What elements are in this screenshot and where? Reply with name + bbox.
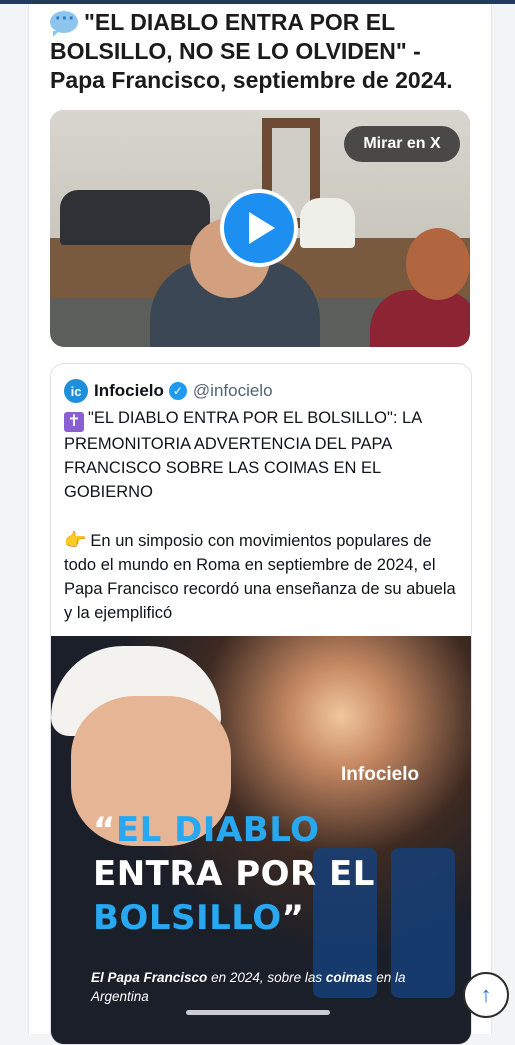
promo-caption-text-1: en 2024, sobre las bbox=[207, 970, 326, 985]
verified-badge-icon: ✓ bbox=[168, 382, 187, 400]
cross-icon: ✝ bbox=[64, 412, 84, 432]
post-title-text: "EL DIABLO ENTRA POR EL BOLSILLO, NO SE … bbox=[50, 9, 453, 93]
author-handle[interactable]: @infocielo bbox=[193, 381, 273, 401]
video-scene-pope bbox=[300, 198, 355, 248]
quoted-post[interactable]: ic Infocielo ✓ @infocielo ✝ "EL DIABLO EN… bbox=[50, 363, 472, 1045]
video-scene-attendees bbox=[60, 190, 210, 245]
promo-caption-bold-1: El Papa Francisco bbox=[91, 970, 208, 985]
quoted-headline-paragraph: ✝ "EL DIABLO ENTRA POR EL BOLSILLO": LA P… bbox=[64, 406, 459, 504]
promo-line-1: EL DIABLO bbox=[115, 810, 320, 850]
quoted-post-text: ✝ "EL DIABLO ENTRA POR EL BOLSILLO": LA P… bbox=[64, 406, 459, 625]
post-title: "EL DIABLO ENTRA POR EL BOLSILLO, NO SE … bbox=[50, 5, 470, 95]
speech-bubble-icon bbox=[50, 5, 78, 37]
promo-quote-close: ” bbox=[281, 898, 305, 938]
author-name[interactable]: Infocielo bbox=[94, 381, 164, 401]
quoted-headline: "EL DIABLO ENTRA POR EL BOLSILLO": LA PR… bbox=[64, 409, 422, 501]
arrow-up-icon: ↑ bbox=[480, 982, 492, 1007]
video-scene-woman-head bbox=[406, 228, 470, 300]
quoted-body: En un simposio con movimientos populares… bbox=[64, 532, 456, 622]
promo-brand-logo: Infocielo bbox=[341, 764, 420, 785]
promo-caption-bold-2: coimas bbox=[325, 970, 373, 985]
promo-quote-open: “ bbox=[93, 810, 116, 850]
quoted-post-header: ic Infocielo ✓ @infocielo bbox=[64, 379, 273, 403]
video-scene-woman bbox=[370, 290, 470, 347]
pointing-hand-icon: 👉 bbox=[64, 530, 87, 550]
watch-on-x-button[interactable]: Mirar en X bbox=[344, 126, 460, 162]
promo-image[interactable]: Infocielo “EL DIABLO ENTRA POR EL BOLSIL… bbox=[51, 636, 471, 1044]
quoted-body-paragraph: 👉 En un simposio con movimientos populare… bbox=[64, 528, 459, 625]
promo-headline: “EL DIABLO ENTRA POR EL BOLSILLO” bbox=[93, 808, 453, 940]
promo-line-2: ENTRA POR EL bbox=[93, 854, 375, 894]
scroll-top-button[interactable]: ↑ bbox=[463, 972, 509, 1018]
avatar[interactable]: ic bbox=[64, 379, 88, 403]
play-icon[interactable] bbox=[220, 189, 298, 267]
promo-caption: El Papa Francisco en 2024, sobre las coi… bbox=[91, 968, 441, 1006]
home-indicator[interactable] bbox=[186, 1010, 330, 1015]
promo-line-3: BOLSILLO bbox=[93, 898, 282, 938]
